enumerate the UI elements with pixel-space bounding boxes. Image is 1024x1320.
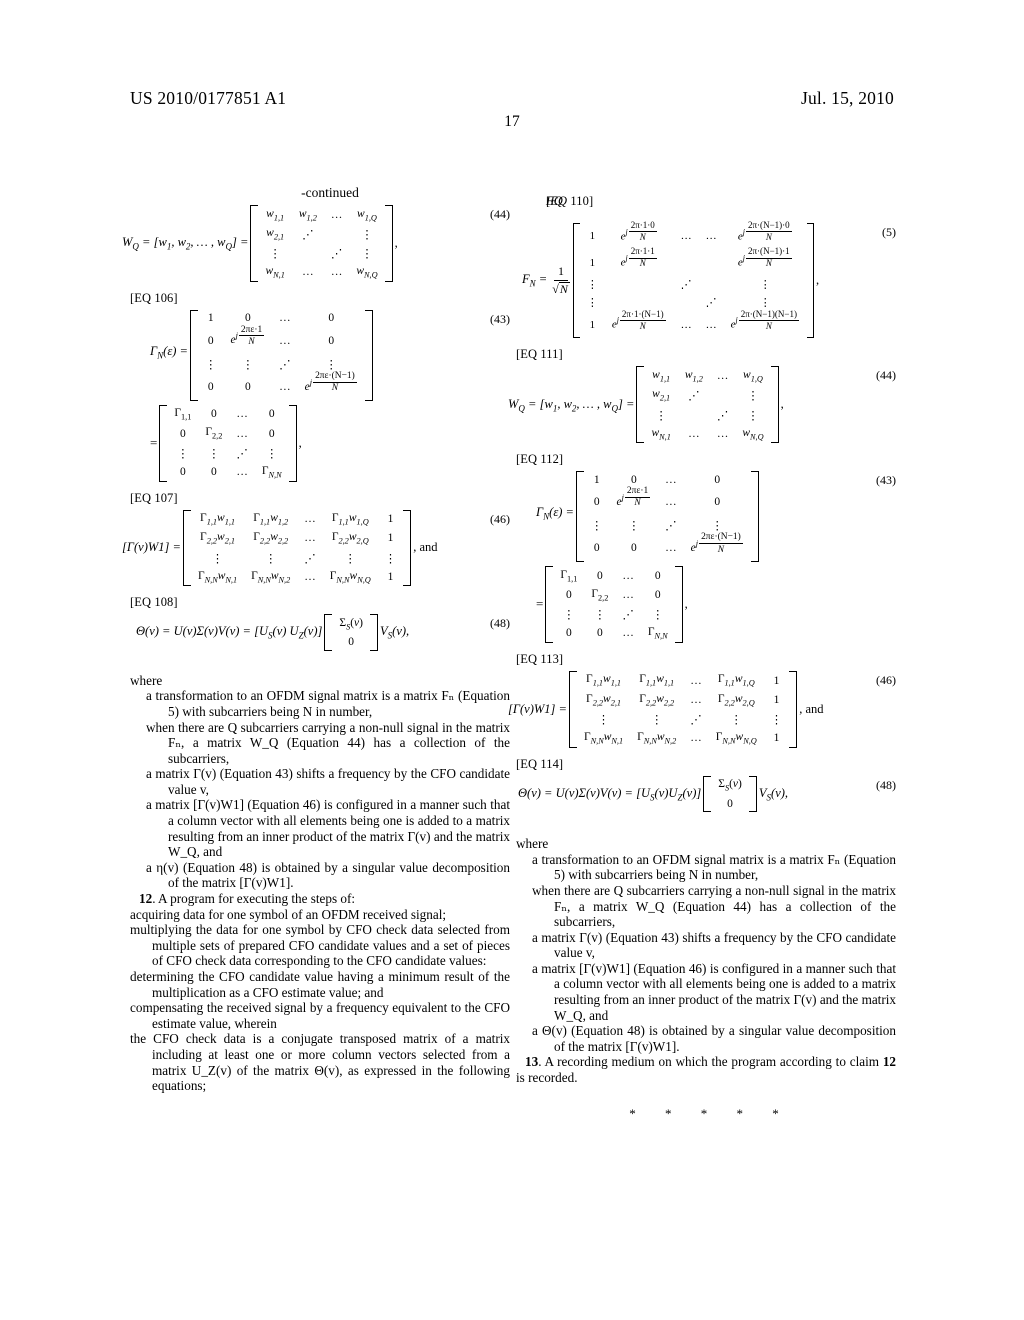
equation-number-48-right: (48) [876,777,896,792]
equation-43-right-cont: = Γ1,1 0… 0 0 Γ2,2… 0 ⋮ ⋮ ⋰ ⋮ 0 0… ΓN,N , [536,566,896,643]
right-where-block: where a transformation to an OFDM signal… [512,836,896,1121]
label-eq-112: [EQ 112] [516,452,564,467]
matrix-sigma-column: ΣS(v) 0 [324,614,378,651]
claim-12-heading: 12. A program for executing the steps of… [130,891,510,907]
label-eq-106: [EQ 106] [130,290,178,305]
equation-number-44-right: (44) [876,368,896,383]
where-heading-right: where [516,836,549,852]
claim-12-number: 12 [139,891,153,907]
label-eq-113: [EQ 113] [516,651,564,666]
where-item-left-3: a matrix [Γ(v)W1] (Equation 46) is confi… [146,797,510,860]
equation-48-right: Θ(v) = U(v)Σ(v)V(v) = [US(v)UZ(v)] ΣS(v)… [518,775,896,813]
publication-number: US 2010/0177851 A1 [130,88,287,108]
left-column: -continued WQ = [w1, w2, … , wQ] = w1,1 w… [122,185,510,1094]
equation-44-left: WQ = [w1, w2, … , wQ] = w1,1 w1,2… w1,Q w2… [122,205,510,282]
equation-5-right: FN = 1 √N 1 ej 2π·1·0 N …… ej 2π·(N−1)·0 N 1 [522,220,896,339]
left-where-block: where a transformation to an OFDM signal… [126,673,510,1094]
matrix-sigma-column-right: ΣS(v) 0 [703,775,757,813]
label-eq-108: [EQ 108] [130,595,178,610]
where-item-left-0: a transformation to an OFDM signal matri… [146,688,510,719]
page-number: 17 [504,113,520,130]
claim-13-number: 13 [525,1054,539,1070]
end-of-claims-marker: * * * * * [629,1105,792,1121]
coefficient-one-over-sqrt-n: 1 √N [552,263,570,296]
equation-46-right: [Γ(v)W1] = Γ1,1w1,1 Γ1,1w1,1… Γ1,1w1,Q 1 Γ2… [508,670,896,748]
matrix-gamma-w1: Γ1,1w1,1 Γ1,1w1,2… Γ1,1w1,Q 1 Γ2,2w2,1 Γ2,2w… [182,509,412,587]
claim-12-step-0: acquiring data for one symbol of an OFDM… [130,906,447,922]
label-eq-107: [EQ 107] [130,490,178,505]
equation-48-left: Θ(v) = U(v)Σ(v)V(v) = [US(v) UZ(v)] ΣS(v… [136,614,510,651]
claim-13-paragraph: 13. A recording medium on which the prog… [516,1054,896,1085]
matrix-gamma-diagonal: Γ1,1 0… 0 0 Γ2,2… 0 ⋮ ⋮ ⋰ ⋮ 0 0… ΓN,N [159,404,297,482]
equation-46-left: [Γ(v)W1] = Γ1,1w1,1 Γ1,1w1,2… Γ1,1w1,Q 1 Γ2… [122,509,510,587]
where-heading-left: where [130,672,163,688]
publication-date: Jul. 15, 2010 [800,88,894,108]
label-eq-114: [EQ 114] [516,756,564,771]
label-eq-110-render: [EQ 110] [546,194,594,208]
matrix-gamma-exp-right: 1 0… 0 0 ej 2πε·1 N… 0 ⋮ ⋮ ⋰ ⋮ 0 0… ej 2πε·(N−1) N [575,471,759,563]
matrix-w-q-right: w1,1 w1,2… w1,Q w2,1 ⋰ ⋮ ⋮ ⋰ ⋮ wN,1…… wN,Q [636,366,779,444]
claim-12-step-4: the CFO check data is a conjugate transp… [130,1031,510,1094]
where-item-right-2: a matrix Γ(v) (Equation 43) shifts a fre… [532,929,896,961]
matrix-gamma-diagonal-right: Γ1,1 0… 0 0 Γ2,2… 0 ⋮ ⋮ ⋰ ⋮ 0 0… ΓN,N [545,566,683,643]
matrix-fn-dft: 1 ej 2π·1·0 N …… ej 2π·(N−1)·0 N 1 ej 2π·1·1 N… [572,220,814,339]
right-column: EQ[EQ 110]x [EQ 110] FN = 1 √N 1 ej2π·1·… [508,185,896,1121]
claim-12-lead: . A program for executing the steps of: [152,891,356,907]
equation-number-48-left: (48) [490,616,510,631]
equation-number-44-left: (44) [490,207,510,221]
continued-label: -continued [301,185,359,200]
claim-12-step-3: compensating the received signal by a fr… [130,1000,510,1031]
matrix-gamma-w1-right: Γ1,1w1,1 Γ1,1w1,1… Γ1,1w1,Q 1 Γ2,2w2,1 Γ2,2w… [568,670,798,748]
equation-43-left: ΓN(ε) = 1 0… 0 0 ej 2πε·1 N… 0 ⋮ ⋮ ⋰ ⋮ 0 0… ej 2πε·(… [150,309,510,401]
matrix-gamma-exp: 1 0… 0 0 ej 2πε·1 N… 0 ⋮ ⋮ ⋰ ⋮ 0 0… ej 2πε·(N−1) N [189,309,373,401]
where-item-left-4: a η(v) (Equation 48) is obtained by a si… [146,859,510,891]
claim-13-reference: 12 [882,1054,896,1070]
where-item-right-0: a transformation to an OFDM signal matri… [532,851,896,883]
where-item-left-1: when there are Q subcarriers carrying a … [146,719,510,766]
where-item-right-1: when there are Q subcarriers carrying a … [532,882,896,930]
label-eq-111: [EQ 111] [516,347,563,362]
where-item-left-2: a matrix Γ(v) (Equation 43) shifts a fre… [146,766,510,797]
matrix-w-q: w1,1 w1,2… w1,Q w2,1 ⋰ ⋮ ⋮ ⋰ ⋮ wN,1…… wN,Q [250,205,393,282]
patent-page: US 2010/0177851 A1 Jul. 15, 2010 17 -con… [0,0,1024,1320]
equation-number-46-left: (46) [490,511,510,526]
where-item-right-3: a matrix [Γ(v)W1] (Equation 46) is confi… [532,960,896,1023]
equation-number-46-right: (46) [876,672,896,687]
claim-13-text-b: is recorded. [516,1070,578,1086]
equation-number-43-right: (43) [876,473,896,488]
claim-12-step-2: determining the CFO candidate value havi… [130,969,510,1000]
equation-43-right: ΓN(ε) = 1 0… 0 0 ej 2πε·1 N… 0 ⋮ ⋮ ⋰ ⋮ 0 0… ej 2πε·(… [536,471,896,563]
claim-12-step-1: multiplying the data for one symbol by C… [130,922,510,969]
equation-number-5: (5) [882,225,896,239]
page-header: US 2010/0177851 A1 Jul. 15, 2010 [130,88,894,110]
claim-13-text-a: . A recording medium on which the progra… [538,1054,883,1070]
where-item-right-4: a Θ(v) (Equation 48) is obtained by a si… [532,1023,896,1054]
equation-44-right: WQ = [w1, w2, … , wQ] = w1,1 w1,2… w1,Q w2… [508,366,896,444]
equation-number-43-left: (43) [490,311,510,326]
equation-43-left-cont: = Γ1,1 0… 0 0 Γ2,2… 0 ⋮ ⋮ ⋰ ⋮ 0 0… ΓN,N , [150,404,510,482]
